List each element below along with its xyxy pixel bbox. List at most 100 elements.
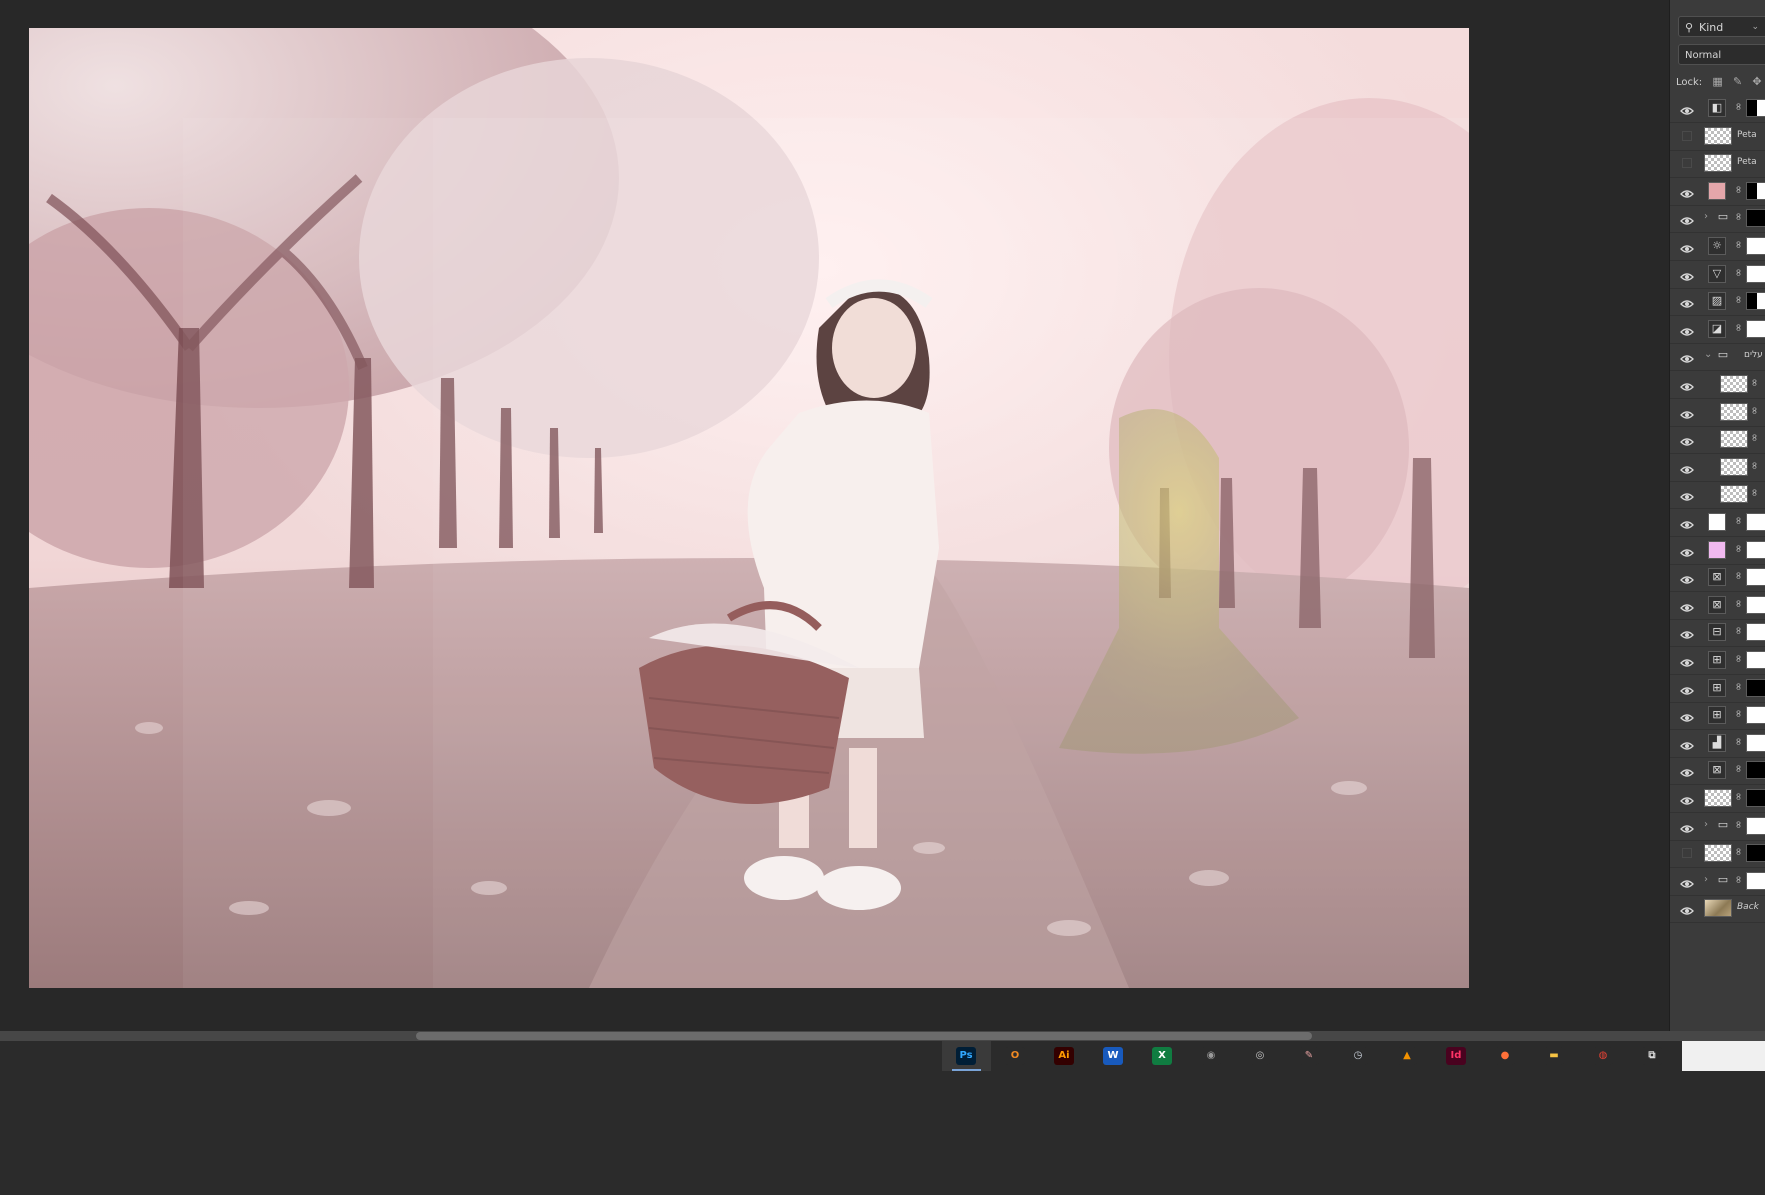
taskbar-app-button[interactable]: Ai (1040, 1041, 1089, 1071)
layer-row[interactable]: ⊠ ∞ (1670, 592, 1765, 620)
layer-mask-thumbnail[interactable] (1746, 319, 1765, 338)
visibility-eye-icon[interactable] (1680, 406, 1694, 419)
visibility-eye-icon[interactable] (1680, 571, 1694, 584)
horizontal-scrollbar[interactable] (0, 1031, 1765, 1041)
layer-mask-thumbnail[interactable] (1746, 651, 1765, 669)
layer-row[interactable]: ▽ ∞ (1670, 261, 1765, 289)
mask-link-icon[interactable]: ∞ (1733, 296, 1744, 304)
taskbar-app-button[interactable]: Ps (942, 1041, 991, 1071)
visibility-eye-icon[interactable] (1680, 792, 1694, 805)
layer-mask-thumbnail[interactable] (1746, 761, 1765, 780)
layer-mask-thumbnail[interactable] (1746, 540, 1765, 559)
layer-mask-thumbnail[interactable] (1746, 264, 1765, 283)
mask-link-icon[interactable]: ∞ (1733, 792, 1744, 800)
layer-mask-thumbnail[interactable] (1746, 789, 1765, 807)
layer-mask-thumbnail[interactable] (1746, 678, 1765, 697)
layer-row[interactable]: ⊞ ∞ (1670, 675, 1765, 703)
layer-mask-thumbnail[interactable] (1746, 99, 1765, 117)
mask-link-icon[interactable]: ∞ (1749, 434, 1760, 442)
taskbar-app-button[interactable]: X (1138, 1041, 1187, 1071)
layer-row[interactable]: ∞ (1670, 509, 1765, 537)
layer-row[interactable]: ◧ ∞ (1670, 95, 1765, 123)
layer-row[interactable]: › ▭ ∞ (1670, 813, 1765, 841)
visibility-eye-icon[interactable] (1680, 461, 1694, 474)
visibility-eye-icon[interactable] (1680, 102, 1694, 115)
visibility-off-icon[interactable] (1682, 848, 1692, 859)
visibility-eye-icon[interactable] (1680, 433, 1694, 446)
visibility-eye-icon[interactable] (1680, 682, 1694, 695)
layer-row[interactable]: › ▭ ∞ (1670, 205, 1765, 234)
mask-link-icon[interactable]: ∞ (1733, 516, 1744, 524)
layer-row[interactable]: ⊟ ∞ (1670, 619, 1765, 648)
layer-mask-thumbnail[interactable] (1746, 292, 1765, 311)
layer-row[interactable]: ∞ (1670, 454, 1765, 482)
taskbar-app-button[interactable]: ● (1481, 1041, 1530, 1071)
lock-transparency-icon[interactable]: ▦ (1712, 72, 1722, 92)
layer-row[interactable]: ☼ ∞ (1670, 233, 1765, 261)
visibility-off-icon[interactable] (1682, 130, 1692, 141)
visibility-eye-icon[interactable] (1680, 599, 1694, 612)
blend-mode-dropdown[interactable]: Normal (1678, 44, 1765, 65)
layer-mask-thumbnail[interactable] (1746, 237, 1765, 255)
lock-move-icon[interactable]: ✥ (1752, 72, 1761, 92)
mask-link-icon[interactable]: ∞ (1733, 268, 1744, 276)
taskbar-app-button[interactable]: W (1089, 1041, 1138, 1071)
system-tray[interactable] (1682, 1041, 1765, 1071)
layer-row[interactable]: ▟ ∞ (1670, 730, 1765, 758)
layer-row[interactable]: ⊠ ∞ (1670, 757, 1765, 786)
visibility-eye-icon[interactable] (1680, 626, 1694, 640)
visibility-eye-icon[interactable] (1680, 737, 1694, 750)
mask-link-icon[interactable]: ∞ (1733, 737, 1744, 745)
group-toggle-icon[interactable]: › (1704, 819, 1708, 830)
mask-link-icon[interactable]: ∞ (1733, 654, 1744, 662)
layer-row[interactable]: Peta (1670, 150, 1765, 179)
mask-link-icon[interactable]: ∞ (1733, 185, 1744, 193)
layer-row[interactable]: › ▭ ∞ (1670, 868, 1765, 896)
taskbar-app-button[interactable]: ◍ (1579, 1041, 1628, 1071)
taskbar-app-button[interactable]: ✎ (1285, 1041, 1334, 1071)
taskbar-app-button[interactable]: ◉ (1187, 1041, 1236, 1071)
visibility-eye-icon[interactable] (1680, 212, 1694, 226)
layer-row[interactable]: ∞ (1670, 840, 1765, 869)
taskbar-app-button[interactable]: Id (1432, 1041, 1481, 1071)
visibility-eye-icon[interactable] (1680, 295, 1694, 308)
lock-brush-icon[interactable]: ✎ (1733, 72, 1742, 92)
mask-link-icon[interactable]: ∞ (1749, 406, 1760, 414)
layer-mask-thumbnail[interactable] (1746, 595, 1765, 614)
taskbar-app-button[interactable]: ◷ (1334, 1041, 1383, 1071)
visibility-eye-icon[interactable] (1680, 516, 1694, 529)
mask-link-icon[interactable]: ∞ (1733, 599, 1744, 607)
layer-mask-thumbnail[interactable] (1746, 844, 1765, 863)
layer-mask-thumbnail[interactable] (1746, 871, 1765, 890)
layer-row[interactable]: ∞ (1670, 178, 1765, 206)
layer-row[interactable]: ▨ ∞ (1670, 288, 1765, 317)
visibility-eye-icon[interactable] (1680, 654, 1694, 667)
layer-row[interactable]: ⌄ ▭ עלים (1670, 343, 1765, 372)
layer-row[interactable]: ⊞ ∞ (1670, 647, 1765, 675)
layer-row[interactable]: Back (1670, 895, 1765, 924)
taskbar-app-button[interactable]: O (991, 1041, 1040, 1071)
taskbar-app-button[interactable]: ▲ (1383, 1041, 1432, 1071)
visibility-eye-icon[interactable] (1680, 902, 1694, 916)
visibility-off-icon[interactable] (1682, 158, 1692, 169)
visibility-eye-icon[interactable] (1680, 323, 1694, 336)
mask-link-icon[interactable]: ∞ (1733, 848, 1744, 856)
layer-row[interactable]: ∞ (1670, 399, 1765, 427)
layer-mask-thumbnail[interactable] (1746, 181, 1765, 200)
mask-link-icon[interactable]: ∞ (1733, 102, 1744, 110)
layer-row[interactable]: ∞ (1670, 537, 1765, 565)
mask-link-icon[interactable]: ∞ (1733, 820, 1744, 828)
layer-filter-dropdown[interactable]: ⚲ Kind ⌄ (1678, 16, 1765, 37)
layer-row[interactable]: Peta (1670, 123, 1765, 151)
document-canvas[interactable] (29, 28, 1469, 988)
mask-link-icon[interactable]: ∞ (1749, 489, 1760, 497)
layer-row[interactable]: ∞ (1670, 371, 1765, 399)
visibility-eye-icon[interactable] (1680, 709, 1694, 722)
layer-mask-thumbnail[interactable] (1746, 209, 1765, 228)
mask-link-icon[interactable]: ∞ (1733, 710, 1744, 718)
mask-link-icon[interactable]: ∞ (1733, 544, 1744, 552)
scrollbar-thumb[interactable] (416, 1032, 1312, 1040)
mask-link-icon[interactable]: ∞ (1733, 682, 1744, 690)
group-toggle-icon[interactable]: ⌄ (1704, 349, 1712, 360)
taskbar-app-button[interactable]: ⧉ (1628, 1041, 1677, 1071)
